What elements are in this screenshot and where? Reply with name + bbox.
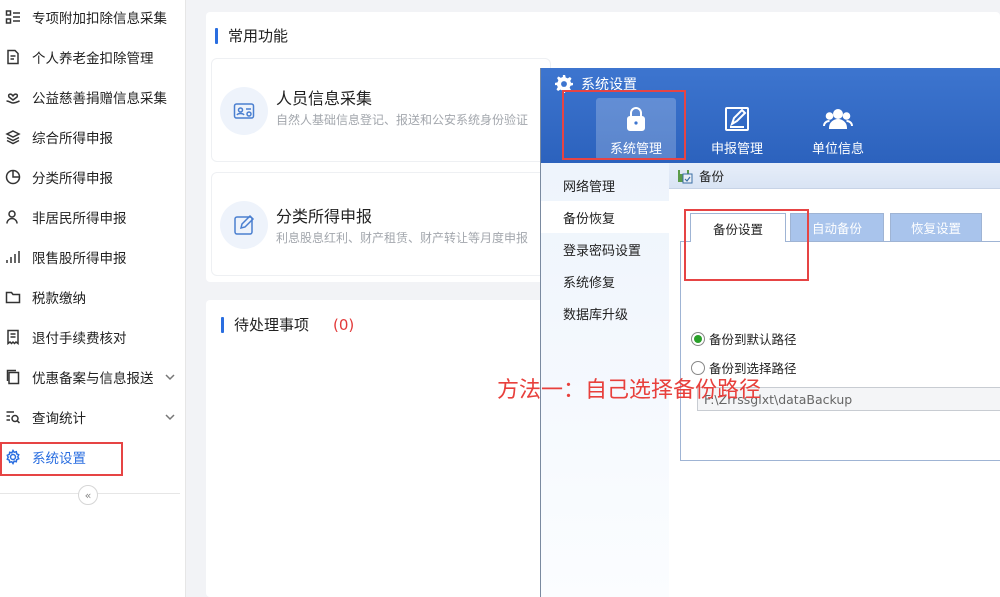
tab-auto-backup[interactable]: 自动备份 xyxy=(790,213,884,241)
list-icon xyxy=(4,8,22,26)
sidebar-item-label: 专项附加扣除信息采集 xyxy=(32,11,167,27)
sidebar-item-charity[interactable]: 公益慈善捐赠信息采集 xyxy=(0,77,186,117)
function-title: 分类所得申报 xyxy=(276,207,373,226)
lock-icon xyxy=(627,107,645,131)
toolbar-declaration-management[interactable]: 申报管理 xyxy=(697,98,777,160)
sidebar-item-pension[interactable]: 个人养老金扣除管理 xyxy=(0,37,186,77)
sidebar-item-label: 退付手续费核对 xyxy=(32,331,127,347)
annotation-text: 方法一：自己选择备份路径 xyxy=(497,378,762,403)
backup-settings-panel xyxy=(680,241,1000,461)
tab-backup-settings[interactable]: 备份设置 xyxy=(690,213,786,242)
sidebar-item-query-stats[interactable]: 查询统计 xyxy=(0,397,186,437)
sidebar-item-system-settings[interactable]: 系统设置 xyxy=(0,437,186,477)
sidebar-item-label: 公益慈善捐赠信息采集 xyxy=(32,91,167,107)
radio-default-path[interactable]: 备份到默认路径 xyxy=(691,329,797,348)
sidebar-item-label: 非居民所得申报 xyxy=(32,211,127,227)
menu-system-repair[interactable]: 系统修复 xyxy=(541,265,669,297)
function-title: 人员信息采集 xyxy=(276,89,373,108)
menu-database-upgrade[interactable]: 数据库升级 xyxy=(541,297,669,329)
sidebar-item-label: 分类所得申报 xyxy=(32,171,113,187)
person-icon xyxy=(4,208,22,226)
sidebar: 专项附加扣除信息采集 个人养老金扣除管理 公益慈善捐赠信息采集 综合所得申报 分… xyxy=(0,0,186,597)
tab-restore-settings[interactable]: 恢复设置 xyxy=(890,213,982,241)
sidebar-item-nonresident[interactable]: 非居民所得申报 xyxy=(0,197,186,237)
function-person-info[interactable]: 人员信息采集 自然人基础信息登记、报送和公安系统身份验证 xyxy=(211,58,551,162)
heart-hand-icon xyxy=(4,88,22,106)
sidebar-item-restricted-stock[interactable]: 限售股所得申报 xyxy=(0,237,186,277)
edit-form-icon xyxy=(725,107,749,131)
folder-icon xyxy=(4,288,22,306)
chevron-down-icon[interactable] xyxy=(164,411,176,423)
sidebar-item-label: 优惠备案与信息报送 xyxy=(32,371,154,387)
menu-network-management[interactable]: 网络管理 xyxy=(541,169,669,201)
layers-icon xyxy=(4,128,22,146)
function-desc: 自然人基础信息登记、报送和公安系统身份验证 xyxy=(276,113,529,127)
edit-icon xyxy=(220,201,268,249)
sidebar-item-label: 个人养老金扣除管理 xyxy=(32,51,154,67)
sidebar-item-comprehensive[interactable]: 综合所得申报 xyxy=(0,117,186,157)
menu-login-password[interactable]: 登录密码设置 xyxy=(541,233,669,265)
backup-icon xyxy=(678,169,693,183)
section-title-pending: 待处理事项 (0) xyxy=(221,314,354,335)
sidebar-item-label: 税款缴纳 xyxy=(32,291,86,307)
gear-icon xyxy=(4,448,22,466)
system-settings-dialog: 系统设置 系统管理 申报管理 单位信息 网络管理 备份恢复 登录密码设置 系统修… xyxy=(540,68,1000,597)
receipt-icon xyxy=(4,328,22,346)
section-title-common: 常用功能 xyxy=(215,25,288,46)
dialog-header: 系统设置 系统管理 申报管理 单位信息 xyxy=(541,68,1000,163)
bar-chart-icon xyxy=(4,248,22,266)
sidebar-item-label: 综合所得申报 xyxy=(32,131,113,147)
sidebar-item-label: 查询统计 xyxy=(32,411,86,427)
sidebar-item-tax-payment[interactable]: 税款缴纳 xyxy=(0,277,186,317)
sidebar-item-label: 系统设置 xyxy=(32,451,86,467)
dialog-title: 系统设置 xyxy=(555,74,637,94)
function-desc: 利息股息红利、财产租赁、财产转让等月度申报 xyxy=(276,231,529,245)
menu-backup-restore[interactable]: 备份恢复 xyxy=(541,201,669,233)
chevron-down-icon[interactable] xyxy=(164,371,176,383)
document-edit-icon xyxy=(4,48,22,66)
search-list-icon xyxy=(4,408,22,426)
toolbar-unit-info[interactable]: 单位信息 xyxy=(798,98,878,160)
sidebar-item-label: 限售股所得申报 xyxy=(32,251,127,267)
pending-count: (0) xyxy=(333,315,355,334)
section-header-backup: 备份 xyxy=(669,163,1000,189)
collapse-sidebar-button[interactable]: « xyxy=(78,485,98,505)
pie-chart-icon xyxy=(4,168,22,186)
users-icon xyxy=(823,109,853,129)
radio-button-checked[interactable] xyxy=(691,331,705,346)
toolbar-system-management[interactable]: 系统管理 xyxy=(596,98,676,160)
sidebar-item-classified[interactable]: 分类所得申报 xyxy=(0,157,186,197)
sidebar-item-preferential-filing[interactable]: 优惠备案与信息报送 xyxy=(0,357,186,397)
sidebar-item-special-deduction[interactable]: 专项附加扣除信息采集 xyxy=(0,0,186,37)
function-classified-declaration[interactable]: 分类所得申报 利息股息红利、财产租赁、财产转让等月度申报 xyxy=(211,172,551,276)
id-card-icon xyxy=(220,87,268,135)
gear-icon xyxy=(555,75,573,93)
sidebar-item-refund-fee[interactable]: 退付手续费核对 xyxy=(0,317,186,357)
copy-icon xyxy=(4,368,22,386)
